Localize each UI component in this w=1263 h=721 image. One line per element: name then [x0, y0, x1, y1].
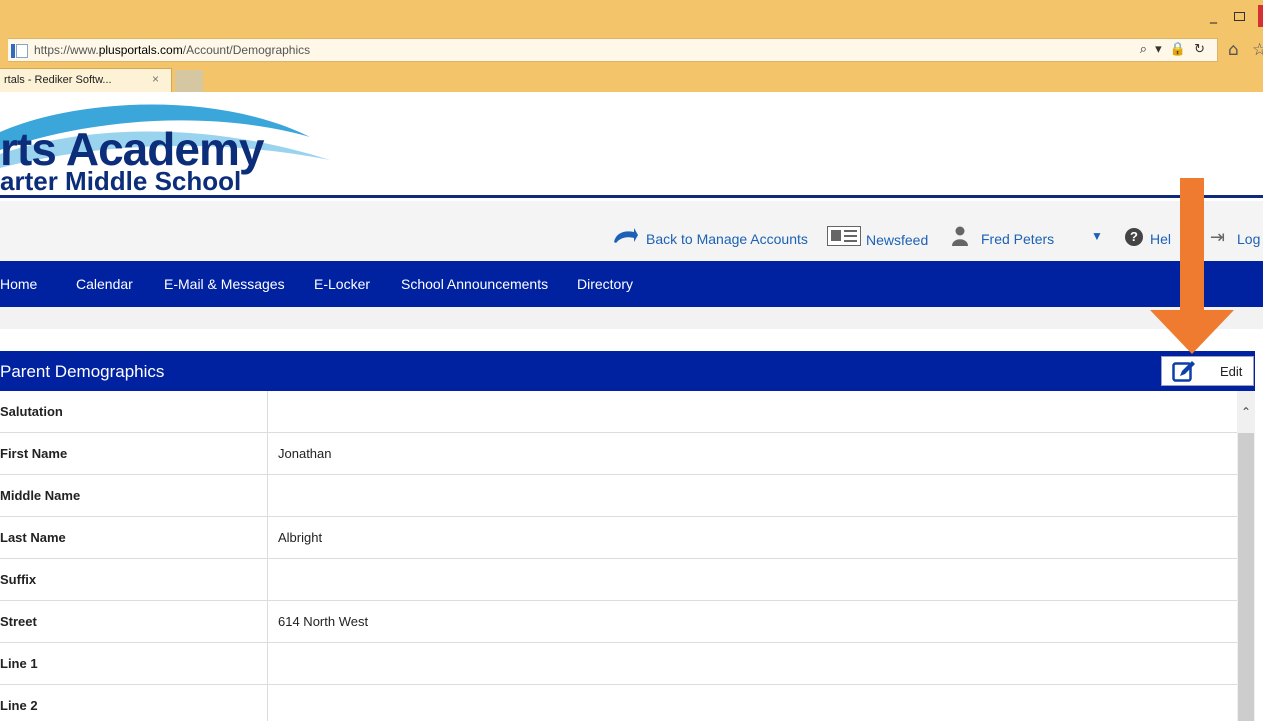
nav-item-email-messages[interactable]: E-Mail & Messages: [164, 276, 285, 292]
back-to-manage-accounts-link[interactable]: Back to Manage Accounts: [646, 231, 808, 247]
scrollbar-thumb[interactable]: [1238, 433, 1254, 721]
logo-subtitle: arter Middle School: [0, 166, 242, 196]
edit-button[interactable]: Edit: [1161, 356, 1254, 386]
address-tools-icon[interactable]: ⌕ ▾ 🔒 ↻: [1140, 42, 1207, 57]
field-label: Line 1: [0, 656, 38, 671]
nav-item-home[interactable]: Home: [0, 276, 37, 292]
panel-header: Parent Demographics: [0, 351, 1255, 391]
page: _ https://www.plusportals.com/Account/De…: [0, 0, 1263, 721]
logout-link[interactable]: Log: [1237, 231, 1260, 247]
favorites-icon[interactable]: ☆: [1252, 40, 1263, 60]
field-value: Albright: [278, 530, 323, 545]
table-row: First Name Jonathan: [0, 433, 1237, 475]
user-icon: [952, 226, 968, 246]
table-row: Line 2: [0, 685, 1237, 721]
page-icon: [11, 44, 28, 58]
field-label: First Name: [0, 446, 68, 461]
field-label: Salutation: [0, 404, 63, 419]
close-button[interactable]: [1258, 5, 1263, 27]
nav-item-school-announcements[interactable]: School Announcements: [401, 276, 548, 292]
table-row: Middle Name: [0, 475, 1237, 517]
newsfeed-link[interactable]: Newsfeed: [866, 232, 928, 248]
spacer-bar: [0, 307, 1263, 329]
main-nav: Home Calendar E-Mail & Messages E-Locker…: [0, 261, 1263, 307]
field-label: Line 2: [0, 698, 38, 713]
table-row: Salutation: [0, 391, 1237, 433]
address-bar[interactable]: https://www.plusportals.com/Account/Demo…: [8, 38, 1218, 62]
maximize-button[interactable]: [1234, 12, 1245, 21]
nav-item-calendar[interactable]: Calendar: [76, 276, 133, 292]
user-menu[interactable]: Fred Peters: [981, 231, 1054, 247]
annotation-arrow-icon: [1150, 178, 1234, 354]
field-value: 614 North West: [278, 614, 369, 629]
table-row: Street 614 North West: [0, 601, 1237, 643]
tab-title: rtals - Rediker Softw...: [4, 74, 112, 86]
table-row: Last Name Albright: [0, 517, 1237, 559]
minimize-button[interactable]: _: [1210, 8, 1217, 24]
panel-title: Parent Demographics: [0, 362, 165, 381]
nav-item-elocker[interactable]: E-Locker: [314, 276, 370, 292]
edit-pencil-icon: [1172, 361, 1195, 382]
field-label: Last Name: [0, 530, 66, 545]
address-url[interactable]: https://www.plusportals.com/Account/Demo…: [34, 43, 310, 57]
tab-close-icon[interactable]: ×: [152, 72, 159, 86]
browser-tab[interactable]: rtals - Rediker Softw... ×: [0, 68, 172, 92]
scrollbar[interactable]: ⌃: [1237, 391, 1255, 721]
table-row: Line 1: [0, 643, 1237, 685]
field-label: Street: [0, 614, 37, 629]
chevron-down-icon[interactable]: ▼: [1091, 229, 1103, 243]
demographics-table: Salutation First Name Jonathan Middle Na…: [0, 391, 1237, 721]
nav-item-directory[interactable]: Directory: [577, 276, 633, 292]
back-arrow-icon[interactable]: [612, 228, 638, 244]
newsfeed-icon[interactable]: [827, 226, 861, 246]
edit-label: Edit: [1220, 364, 1243, 379]
new-tab-button[interactable]: [175, 70, 203, 92]
browser-chrome: _ https://www.plusportals.com/Account/De…: [0, 0, 1263, 92]
scroll-up-icon[interactable]: ⌃: [1237, 405, 1255, 425]
field-label: Suffix: [0, 572, 37, 587]
home-icon[interactable]: ⌂: [1228, 40, 1239, 60]
table-row: Suffix: [0, 559, 1237, 601]
field-value: Jonathan: [278, 446, 332, 461]
help-icon[interactable]: ?: [1125, 228, 1143, 246]
field-label: Middle Name: [0, 488, 81, 503]
